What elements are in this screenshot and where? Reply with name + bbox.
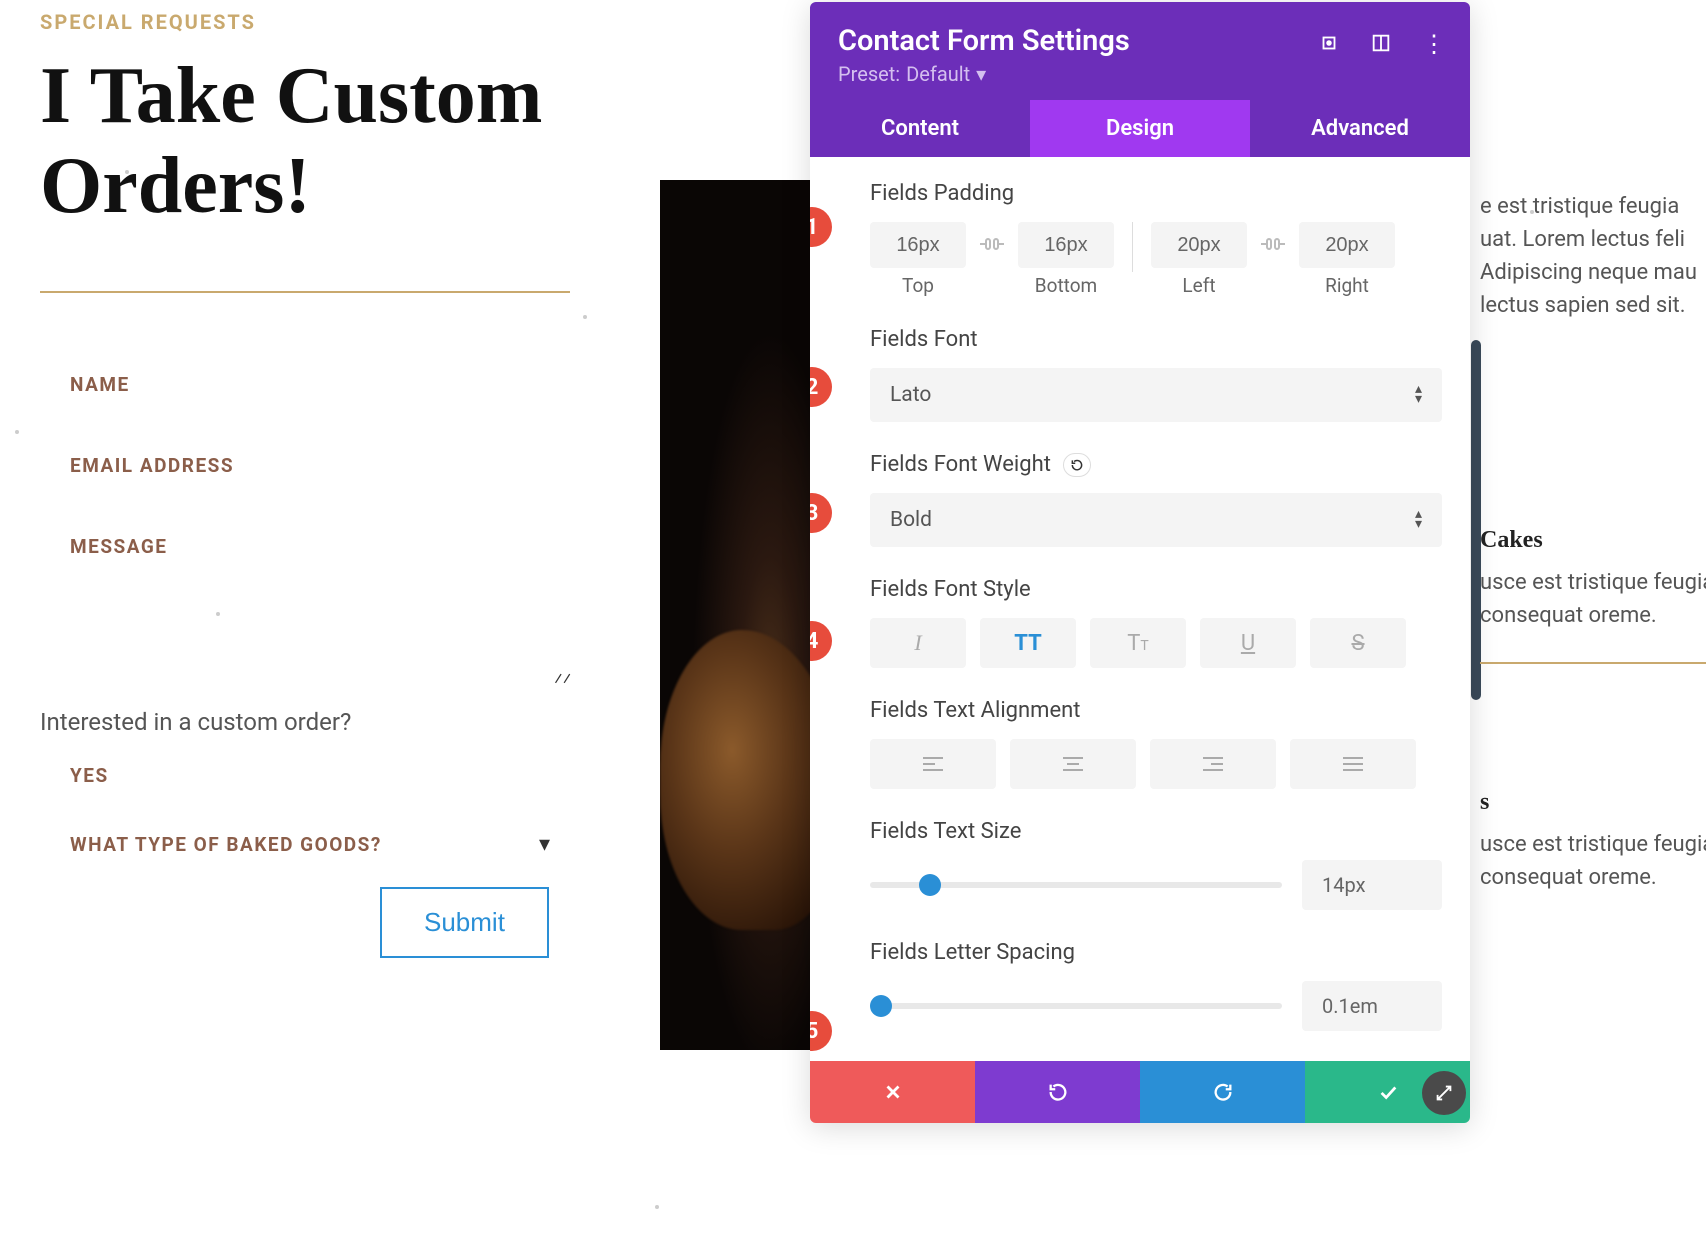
chevron-down-icon: ▾	[539, 832, 550, 857]
preset-selector[interactable]: Preset: Default ▾	[838, 62, 986, 86]
fields-letter-spacing-label: Fields Letter Spacing	[870, 940, 1442, 965]
textarea-resize-handle[interactable]: ⁄⁄	[555, 669, 572, 688]
tab-advanced[interactable]: Advanced	[1250, 100, 1470, 157]
panel-body: Fields Padding Top Bottom Left	[810, 157, 1470, 1061]
tab-content[interactable]: Content	[810, 100, 1030, 157]
form-subtitle: SPECIAL REQUESTS	[40, 10, 580, 34]
resize-panel-handle[interactable]	[1422, 1071, 1466, 1115]
panel-tabs: Content Design Advanced	[810, 100, 1470, 157]
caret-down-icon: ▾	[976, 62, 986, 86]
italic-button[interactable]: I	[870, 618, 966, 668]
fields-font-style-label: Fields Font Style	[870, 577, 1442, 602]
select-arrows-icon: ▴▾	[1415, 385, 1422, 405]
custom-order-answer[interactable]: YES	[40, 764, 580, 787]
undo-button[interactable]	[975, 1061, 1140, 1123]
fields-font-weight-label: Fields Font Weight	[870, 452, 1442, 477]
fields-padding-inputs: Top Bottom Left Right	[870, 222, 1442, 297]
padding-right-input[interactable]	[1299, 222, 1395, 268]
text-alignment-buttons	[870, 739, 1442, 789]
fields-text-size-label: Fields Text Size	[870, 819, 1442, 844]
fields-font-weight-select[interactable]: Bold ▴▾	[870, 493, 1442, 547]
letter-spacing-value[interactable]: 0.1em	[1302, 981, 1442, 1031]
fields-font-label: Fields Font	[870, 327, 1442, 352]
step-badge-5: 5	[810, 1011, 832, 1051]
align-center-button[interactable]	[1010, 739, 1136, 789]
fields-padding-label: Fields Padding	[870, 181, 1442, 206]
strikethrough-button[interactable]: S	[1310, 618, 1406, 668]
link-vertical-icon[interactable]	[978, 222, 1006, 258]
align-justify-button[interactable]	[1290, 739, 1416, 789]
underline-button[interactable]: U	[1200, 618, 1296, 668]
text-size-slider-row: 14px	[870, 860, 1442, 910]
field-message-label[interactable]: MESSAGE ⁄⁄	[40, 535, 580, 558]
field-name-label[interactable]: NAME	[40, 373, 580, 396]
step-badge-1: 1	[810, 207, 832, 247]
redo-button[interactable]	[1140, 1061, 1305, 1123]
contact-form-settings-panel: Contact Form Settings Preset: Default ▾ …	[810, 2, 1470, 1123]
contact-form-preview: SPECIAL REQUESTS I Take Custom Orders! N…	[40, 10, 580, 958]
field-email-label[interactable]: EMAIL ADDRESS	[40, 454, 580, 477]
link-horizontal-icon[interactable]	[1259, 222, 1287, 258]
align-right-button[interactable]	[1150, 739, 1276, 789]
letter-spacing-slider[interactable]	[870, 1003, 1282, 1009]
letter-spacing-slider-row: 0.1em	[870, 981, 1442, 1031]
baked-goods-label: WHAT TYPE OF BAKED GOODS?	[70, 833, 382, 856]
submit-button[interactable]: Submit	[380, 887, 549, 958]
right-column-content: e est tristique feugia uat. Lorem lectus…	[1480, 190, 1706, 894]
tab-design[interactable]: Design	[1030, 100, 1250, 157]
text-size-slider[interactable]	[870, 882, 1282, 888]
step-badge-2: 2	[810, 367, 832, 407]
select-arrows-icon: ▴▾	[1415, 510, 1422, 530]
baked-goods-select[interactable]: WHAT TYPE OF BAKED GOODS? ▾	[40, 832, 580, 857]
panel-footer	[810, 1061, 1470, 1123]
fields-font-select[interactable]: Lato ▴▾	[870, 368, 1442, 422]
smallcaps-button[interactable]: TT	[1090, 618, 1186, 668]
padding-top-input[interactable]	[870, 222, 966, 268]
reset-weight-icon[interactable]	[1063, 453, 1091, 477]
padding-left-input[interactable]	[1151, 222, 1247, 268]
cakes-title: Cakes	[1480, 522, 1706, 558]
step-badge-3: 3	[810, 493, 832, 533]
uppercase-button[interactable]: TT	[980, 618, 1076, 668]
fields-text-alignment-label: Fields Text Alignment	[870, 698, 1442, 723]
right-divider-1	[1480, 662, 1706, 664]
form-heading: I Take Custom Orders!	[40, 52, 580, 231]
custom-order-question: Interested in a custom order?	[40, 708, 580, 736]
expand-module-icon[interactable]	[1318, 32, 1340, 58]
step-badge-4: 4	[810, 621, 832, 661]
text-size-thumb[interactable]	[919, 874, 941, 896]
accent-divider	[40, 291, 570, 293]
padding-bottom-input[interactable]	[1018, 222, 1114, 268]
cancel-button[interactable]	[810, 1061, 975, 1123]
font-style-buttons: I TT TT U S	[870, 618, 1442, 668]
text-size-value[interactable]: 14px	[1302, 860, 1442, 910]
panel-header[interactable]: Contact Form Settings Preset: Default ▾ …	[810, 2, 1470, 100]
align-left-button[interactable]	[870, 739, 996, 789]
kebab-menu-icon[interactable]: ⋮	[1422, 32, 1446, 58]
columns-icon[interactable]	[1370, 32, 1392, 58]
letter-spacing-thumb[interactable]	[870, 995, 892, 1017]
